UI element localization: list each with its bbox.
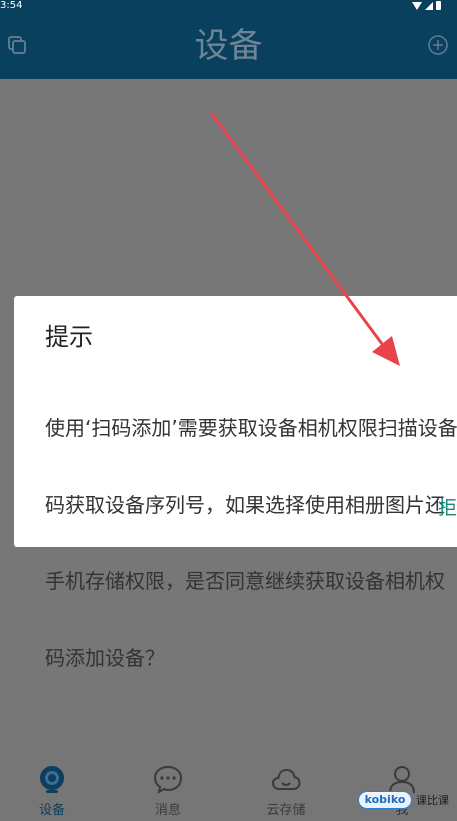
wifi-icon bbox=[412, 1, 422, 10]
status-icons bbox=[412, 1, 441, 10]
dialog-message-line: 码获取设备序列号，如果选择使用相册图片还 bbox=[45, 492, 445, 517]
app-header: 设备 bbox=[0, 12, 457, 79]
status-time: 3:54 bbox=[0, 0, 23, 11]
nav-item-cloud-storage[interactable]: 云存储 bbox=[246, 757, 326, 821]
signal-icon bbox=[425, 1, 433, 10]
refuse-button[interactable]: 拒 bbox=[438, 493, 457, 520]
add-circle-icon[interactable] bbox=[427, 34, 449, 56]
dialog-message-line: 使用‘扫码添加’需要获取设备相机权限扫描设备 bbox=[45, 416, 457, 440]
nav-label-cloud-storage: 云存储 bbox=[266, 803, 306, 818]
nav-item-devices[interactable]: 设备 bbox=[12, 757, 92, 821]
cloud-icon bbox=[271, 768, 301, 790]
dialog-message-line: 码添加设备？ bbox=[45, 645, 165, 670]
watermark-text: 课比课 bbox=[416, 794, 449, 807]
dialog-title: 提示 bbox=[45, 323, 93, 351]
nav-item-messages[interactable]: 消息 bbox=[128, 757, 208, 821]
permission-dialog: 提示 使用‘扫码添加’需要获取设备相机权限扫描设备 码获取设备序列号，如果选择使… bbox=[14, 296, 457, 670]
dialog-message-line: 手机存储权限，是否同意继续获取设备相机权 bbox=[45, 569, 445, 593]
battery-icon bbox=[436, 1, 441, 10]
page-title: 设备 bbox=[194, 26, 263, 66]
watermark: kobiko 课比课 bbox=[356, 790, 457, 814]
camera-icon bbox=[40, 766, 64, 793]
status-bar: 3:54 bbox=[0, 0, 457, 12]
dialog-message: 使用‘扫码添加’需要获取设备相机权限扫描设备 码获取设备序列号，如果选择使用相册… bbox=[45, 365, 457, 722]
nav-label-messages: 消息 bbox=[154, 803, 181, 818]
message-icon bbox=[153, 765, 183, 795]
watermark-logo: kobiko bbox=[358, 791, 412, 809]
nav-label-devices: 设备 bbox=[38, 803, 65, 818]
